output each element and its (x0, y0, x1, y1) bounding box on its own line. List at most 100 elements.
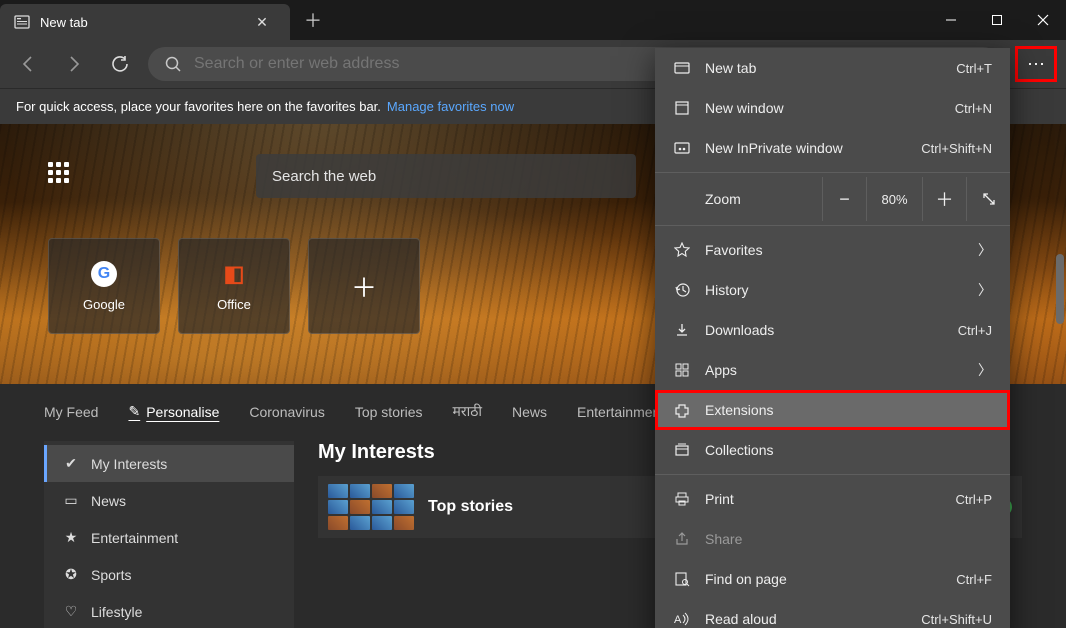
story-title: Top stories (428, 498, 513, 516)
menu-item-new-inprivate-window[interactable]: New InPrivate window Ctrl+Shift+N (655, 128, 1010, 168)
newtab-icon (673, 60, 691, 76)
menu-item-shortcut: Ctrl+N (955, 101, 992, 116)
menu-item-label: Downloads (705, 322, 944, 338)
sidebar-item-lifestyle[interactable]: ♡Lifestyle (47, 593, 294, 628)
sidebar-item-entertainment[interactable]: ★Entertainment (47, 519, 294, 556)
menu-item-label: New InPrivate window (705, 140, 907, 156)
chevron-right-icon: 〉 (978, 360, 992, 380)
menu-separator (655, 225, 1010, 226)
menu-item-shortcut: Ctrl+Shift+N (921, 141, 992, 156)
tab-close-button[interactable]: ✕ (248, 14, 276, 31)
svg-text:A: A (674, 614, 682, 626)
menu-item-label: New window (705, 100, 941, 116)
manage-favorites-link[interactable]: Manage favorites now (387, 99, 514, 114)
heart-icon: ♡ (63, 603, 79, 620)
collect-icon (673, 442, 691, 458)
menu-item-label: Favorites (705, 242, 964, 258)
read-icon: A (673, 611, 691, 627)
menu-item-shortcut: Ctrl+Shift+U (921, 612, 992, 627)
history-icon (673, 282, 691, 298)
menu-item-read-aloud[interactable]: A Read aloud Ctrl+Shift+U (655, 599, 1010, 628)
menu-item-find-on-page[interactable]: Find on page Ctrl+F (655, 559, 1010, 599)
menu-item-label: Read aloud (705, 611, 907, 627)
zoom-value: 80% (866, 177, 922, 221)
tile-office[interactable]: ◧ Office (178, 238, 290, 334)
window-icon (673, 100, 691, 116)
forward-button[interactable] (56, 46, 92, 82)
ext-icon (673, 402, 691, 418)
sports-icon: ✪ (63, 566, 79, 583)
web-search-placeholder: Search the web (272, 168, 376, 185)
window-controls (928, 0, 1066, 40)
back-button[interactable] (10, 46, 46, 82)
menu-item-label: Extensions (705, 402, 992, 418)
minimize-button[interactable] (928, 0, 974, 40)
interests-sidebar: ✔My Interests ▭News ★Entertainment ✪Spor… (44, 441, 294, 628)
sidebar-item-sports[interactable]: ✪Sports (47, 556, 294, 593)
maximize-button[interactable] (974, 0, 1020, 40)
zoom-in-button[interactable]: ＋ (922, 177, 966, 221)
tile-google[interactable]: G Google (48, 238, 160, 334)
tab-page-icon (14, 14, 30, 30)
tab-new-tab[interactable]: New tab ✕ (0, 4, 290, 40)
menu-item-label: Print (705, 491, 942, 507)
feed-nav-coronavirus[interactable]: Coronavirus (249, 404, 324, 420)
google-logo-icon: G (91, 261, 117, 287)
menu-item-downloads[interactable]: Downloads Ctrl+J (655, 310, 1010, 350)
pencil-icon: ✎ (128, 403, 140, 420)
menu-item-label: Collections (705, 442, 992, 458)
menu-item-favorites[interactable]: Favorites 〉 (655, 230, 1010, 270)
sidebar-item-news[interactable]: ▭News (47, 482, 294, 519)
menu-item-new-window[interactable]: New window Ctrl+N (655, 88, 1010, 128)
zoom-label: Zoom (655, 191, 822, 207)
menu-item-label: History (705, 282, 964, 298)
chevron-right-icon: 〉 (978, 240, 992, 260)
menu-item-collections[interactable]: Collections (655, 430, 1010, 470)
menu-separator (655, 172, 1010, 173)
office-logo-icon: ◧ (221, 261, 247, 287)
feed-nav-personalise[interactable]: ✎ Personalise (128, 403, 219, 420)
app-launcher-icon[interactable] (48, 162, 76, 190)
menu-item-history[interactable]: History 〉 (655, 270, 1010, 310)
browser-window: New tab ✕ ＋ ⋯ For quick access, place yo… (0, 0, 1066, 628)
menu-item-label: Find on page (705, 571, 942, 587)
new-tab-button[interactable]: ＋ (290, 0, 336, 40)
star-icon (673, 242, 691, 258)
tile-label: Google (83, 297, 125, 312)
menu-item-shortcut: Ctrl+J (958, 323, 992, 338)
close-window-button[interactable] (1020, 0, 1066, 40)
menu-item-shortcut: Ctrl+P (956, 492, 992, 507)
download-icon (673, 322, 691, 338)
news-icon: ▭ (63, 492, 79, 509)
web-search-box[interactable]: Search the web (256, 154, 636, 198)
star-icon: ★ (63, 529, 79, 546)
feed-nav-entertainment[interactable]: Entertainment (577, 404, 664, 420)
menu-item-label: Apps (705, 362, 964, 378)
sidebar-item-my-interests[interactable]: ✔My Interests (44, 445, 294, 482)
inprivate-icon (673, 140, 691, 156)
menu-item-apps[interactable]: Apps 〉 (655, 350, 1010, 390)
menu-item-print[interactable]: Print Ctrl+P (655, 479, 1010, 519)
menu-item-label: Share (705, 531, 992, 547)
menu-item-share: Share (655, 519, 1010, 559)
menu-item-shortcut: Ctrl+T (956, 61, 992, 76)
menu-item-label: New tab (705, 60, 942, 76)
feed-nav-topstories[interactable]: Top stories (355, 404, 423, 420)
chevron-right-icon: 〉 (978, 280, 992, 300)
tile-label: Office (217, 297, 251, 312)
feed-nav-myfeed[interactable]: My Feed (44, 404, 98, 420)
feed-nav-marathi[interactable]: मराठी (453, 402, 482, 421)
menu-item-shortcut: Ctrl+F (956, 572, 992, 587)
feed-nav-news[interactable]: News (512, 404, 547, 420)
settings-menu: New tab Ctrl+T New window Ctrl+N New InPriva… (655, 48, 1010, 628)
favorites-bar-text: For quick access, place your favorites h… (16, 99, 381, 114)
find-icon (673, 571, 691, 587)
fullscreen-button[interactable] (966, 177, 1010, 221)
refresh-button[interactable] (102, 46, 138, 82)
more-button[interactable]: ⋯ (1016, 47, 1056, 81)
menu-separator (655, 474, 1010, 475)
zoom-out-button[interactable]: − (822, 177, 866, 221)
tile-add[interactable]: ＋ (308, 238, 420, 334)
menu-item-extensions[interactable]: Extensions (655, 390, 1010, 430)
menu-item-new-tab[interactable]: New tab Ctrl+T (655, 48, 1010, 88)
